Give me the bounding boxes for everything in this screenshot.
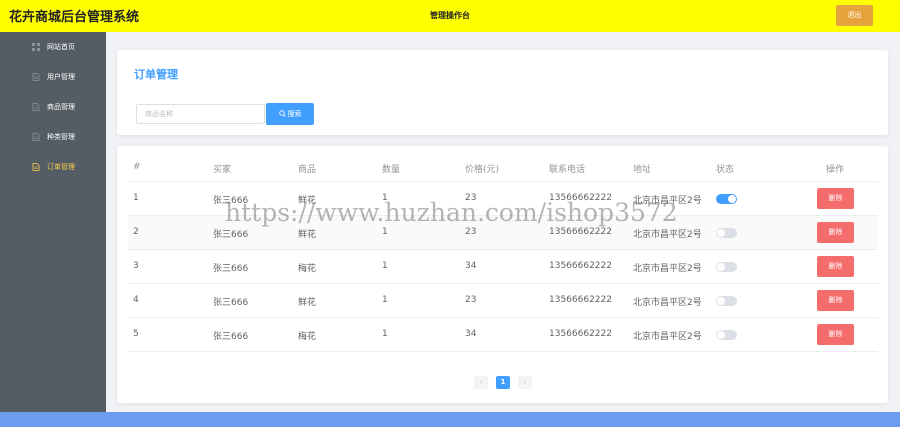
toggle-knob	[717, 331, 725, 339]
row-phone: 13566662222	[549, 227, 612, 237]
row-index: 2	[133, 227, 139, 237]
table-row: 5 张三666 梅花 1 34 13566662222 北京市昌平区2号 删除	[128, 318, 878, 352]
pagination-prev-button[interactable]: ‹	[474, 376, 488, 389]
logout-button[interactable]: 退出	[836, 5, 873, 26]
table-row: 4 张三666 鲜花 1 23 13566662222 北京市昌平区2号 删除	[128, 284, 878, 318]
row-price: 23	[465, 295, 477, 305]
sidebar-item-label: 商品管理	[47, 103, 75, 111]
sidebar-item-label: 用户管理	[47, 73, 75, 81]
sidebar: 网站首页 用户管理 商品管理 种类管理 订单管理	[0, 32, 106, 412]
status-toggle[interactable]	[716, 296, 737, 306]
column-header-actions: 操作	[826, 165, 845, 175]
toggle-knob	[717, 263, 725, 271]
toggle-knob	[717, 297, 725, 305]
row-product: 鲜花	[298, 298, 317, 308]
pagination-page-1[interactable]: 1	[496, 376, 510, 389]
toggle-knob	[728, 195, 736, 203]
row-address: 北京市昌平区2号	[633, 332, 702, 342]
row-price: 34	[465, 329, 477, 339]
sidebar-item-orders[interactable]: 订单管理	[0, 152, 106, 182]
row-quantity: 1	[382, 261, 388, 271]
status-toggle[interactable]	[716, 262, 737, 272]
document-icon	[32, 163, 40, 171]
row-index: 1	[133, 193, 139, 203]
row-product: 梅花	[298, 264, 317, 274]
sidebar-item-categories[interactable]: 种类管理	[0, 122, 106, 152]
row-quantity: 1	[382, 329, 388, 339]
search-button[interactable]: 搜索	[266, 103, 314, 125]
order-table-panel: # 买家 商品 数量 价格(元) 联系电话 地址 状态 操作 1 张三666 鲜…	[117, 146, 888, 403]
grid-icon	[32, 43, 40, 51]
document-icon	[32, 73, 40, 81]
document-icon	[32, 103, 40, 111]
row-address: 北京市昌平区2号	[633, 196, 702, 206]
column-header-address: 地址	[633, 165, 652, 175]
document-icon	[32, 133, 40, 141]
row-price: 23	[465, 193, 477, 203]
column-header-status: 状态	[716, 165, 735, 175]
table-header: # 买家 商品 数量 价格(元) 联系电话 地址 状态 操作	[128, 159, 878, 182]
row-quantity: 1	[382, 193, 388, 203]
delete-button[interactable]: 删除	[817, 188, 854, 209]
sidebar-item-label: 订单管理	[47, 163, 75, 171]
column-header-phone: 联系电话	[549, 165, 586, 175]
row-quantity: 1	[382, 227, 388, 237]
sidebar-item-label: 种类管理	[47, 133, 75, 141]
row-index: 3	[133, 261, 139, 271]
row-buyer: 张三666	[213, 196, 249, 206]
search-icon	[278, 110, 286, 117]
sidebar-item-users[interactable]: 用户管理	[0, 62, 106, 92]
delete-button[interactable]: 删除	[817, 222, 854, 243]
row-price: 34	[465, 261, 477, 271]
row-phone: 13566662222	[549, 295, 612, 305]
row-phone: 13566662222	[549, 193, 612, 203]
pagination-next-button[interactable]: ›	[518, 376, 532, 389]
search-panel: 订单管理 搜索	[117, 50, 888, 135]
column-header-product: 商品	[298, 165, 317, 175]
row-buyer: 张三666	[213, 298, 249, 308]
console-title: 管理操作台	[430, 11, 470, 20]
row-product: 梅花	[298, 332, 317, 342]
column-header-quantity: 数量	[382, 165, 401, 175]
row-product: 鲜花	[298, 196, 317, 206]
row-address: 北京市昌平区2号	[633, 230, 702, 240]
row-buyer: 张三666	[213, 332, 249, 342]
search-button-label: 搜索	[287, 110, 302, 118]
row-product: 鲜花	[298, 230, 317, 240]
table-row: 3 张三666 梅花 1 34 13566662222 北京市昌平区2号 删除	[128, 250, 878, 284]
row-address: 北京市昌平区2号	[633, 264, 702, 274]
page-title: 订单管理	[134, 68, 178, 81]
table-row: 1 张三666 鲜花 1 23 13566662222 北京市昌平区2号 删除	[128, 182, 878, 216]
top-bar: 花卉商城后台管理系统 管理操作台 退出	[0, 0, 900, 32]
status-toggle[interactable]	[716, 330, 737, 340]
sidebar-item-label: 网站首页	[47, 43, 75, 51]
search-input[interactable]	[136, 104, 265, 124]
row-address: 北京市昌平区2号	[633, 298, 702, 308]
toggle-knob	[717, 229, 725, 237]
row-index: 4	[133, 295, 139, 305]
delete-button[interactable]: 删除	[817, 256, 854, 277]
row-price: 23	[465, 227, 477, 237]
column-header-buyer: 买家	[213, 165, 232, 175]
row-quantity: 1	[382, 295, 388, 305]
column-header-index: #	[133, 162, 141, 172]
row-phone: 13566662222	[549, 261, 612, 271]
row-index: 5	[133, 329, 139, 339]
footer-bar	[0, 412, 900, 427]
row-phone: 13566662222	[549, 329, 612, 339]
row-buyer: 张三666	[213, 264, 249, 274]
sidebar-item-home[interactable]: 网站首页	[0, 32, 106, 62]
column-header-price: 价格(元)	[465, 165, 500, 175]
delete-button[interactable]: 删除	[817, 290, 854, 311]
sidebar-item-products[interactable]: 商品管理	[0, 92, 106, 122]
delete-button[interactable]: 删除	[817, 324, 854, 345]
status-toggle[interactable]	[716, 228, 737, 238]
table-row: 2 张三666 鲜花 1 23 13566662222 北京市昌平区2号 删除	[128, 216, 878, 250]
status-toggle[interactable]	[716, 194, 737, 204]
row-buyer: 张三666	[213, 230, 249, 240]
